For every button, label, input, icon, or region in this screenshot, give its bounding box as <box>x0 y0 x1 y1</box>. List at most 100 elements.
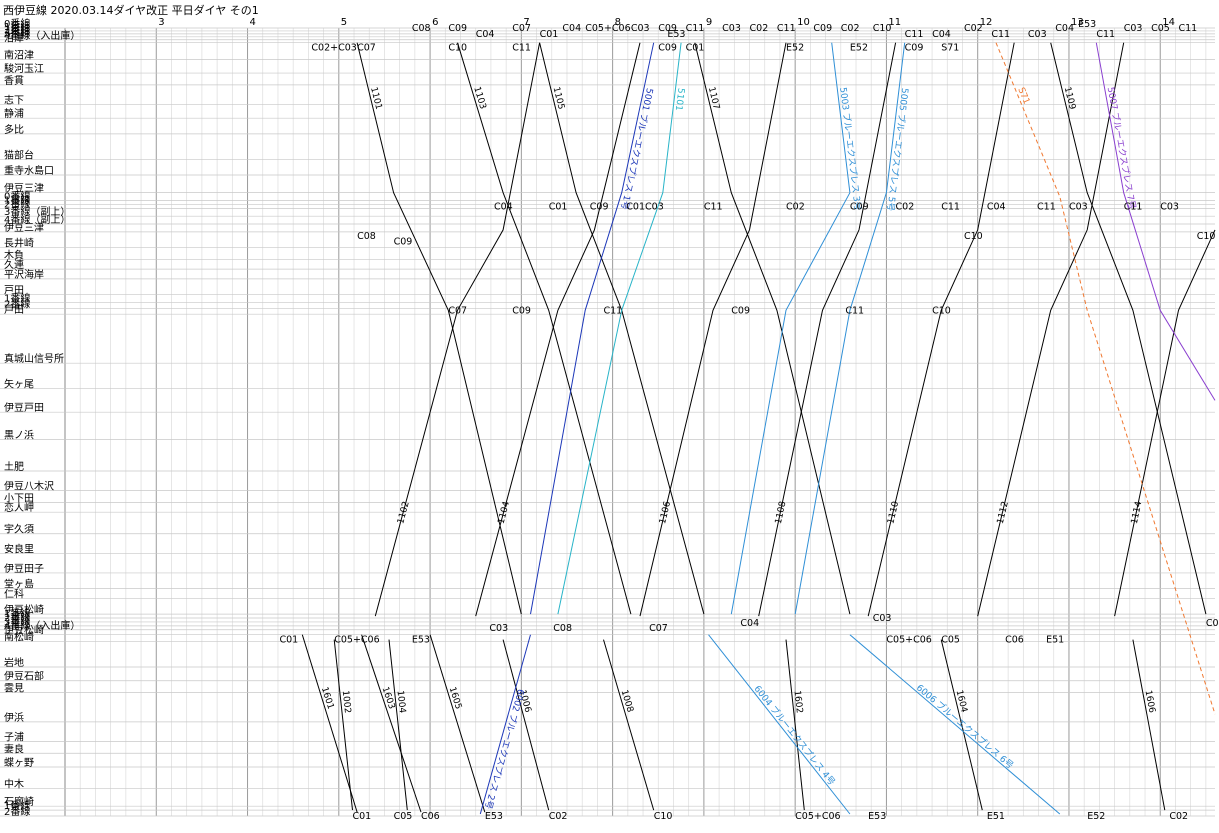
station-label: 真城山信号所 <box>4 352 64 365</box>
train-line <box>977 42 1125 617</box>
station-label: 妻良 <box>4 742 24 755</box>
car-label: C11 <box>845 305 864 316</box>
car-label: C09 <box>590 201 609 212</box>
car-label: E52 <box>1087 811 1105 822</box>
car-label: C03 <box>1160 201 1179 212</box>
station-label: 沼津 <box>4 32 24 45</box>
station-label: 2番線 <box>4 805 30 818</box>
train-line <box>758 42 897 617</box>
train-number-label: 1103 <box>471 86 487 111</box>
car-label: E53 <box>485 811 503 822</box>
train-line <box>694 42 851 615</box>
car-label: C01C03 <box>626 201 663 212</box>
station-label: 岩地 <box>4 656 24 669</box>
car-label: C03 <box>1069 201 1088 212</box>
train-line <box>475 42 641 617</box>
car-label: C03 <box>873 613 892 624</box>
train-number-label: 6002 ブルーエクスプレス 2号 <box>482 688 527 811</box>
car-label: C04 <box>1055 23 1074 34</box>
car-label: C02 <box>964 23 983 34</box>
car-label: C11 <box>1178 23 1197 34</box>
car-label: C07 <box>512 23 531 34</box>
car-label: C11 <box>941 201 960 212</box>
station-label: 伊豆八木沢 <box>4 480 54 493</box>
grid-lines <box>0 27 1215 817</box>
car-label: C09 <box>512 305 531 316</box>
station-label: 仁科 <box>4 587 24 600</box>
car-label: C06 <box>1005 635 1024 646</box>
car-label: C04 <box>932 29 951 40</box>
train-line <box>539 42 705 615</box>
car-label: C10 <box>654 811 673 822</box>
train-lines: 1002 10041601 1603 1605 1006 1008 1602 1604 1606… <box>301 42 1216 815</box>
train-number-label: 1603 <box>380 686 397 711</box>
car-label: E52 <box>850 43 868 54</box>
car-label: C10 <box>873 23 892 34</box>
car-label: C05+C06 <box>795 811 840 822</box>
car-label: C04 <box>1206 618 1219 629</box>
car-label: C02 <box>896 201 915 212</box>
station-label: 戸田 <box>4 304 24 316</box>
station-label: 南松崎 <box>4 631 34 644</box>
car-label: C09 <box>448 23 467 34</box>
car-label: C03 <box>631 23 650 34</box>
car-label: E51 <box>987 811 1005 822</box>
car-label: C11 <box>1124 201 1143 212</box>
train-line <box>356 42 522 615</box>
station-label: 宇久須 <box>4 523 34 536</box>
car-label: C02 <box>841 23 860 34</box>
car-label: C08 <box>412 23 431 34</box>
car-label: C09 <box>731 305 750 316</box>
station-label: 子浦 <box>4 731 24 744</box>
car-label: C06 <box>421 811 440 822</box>
car-label: C03 <box>1028 29 1047 40</box>
station-label: 重寺水島口 <box>4 164 54 177</box>
car-label: C04 <box>740 618 759 629</box>
train-number-label: 1106 <box>658 500 673 525</box>
car-label: C09 <box>394 237 413 248</box>
station-label: 黒ノ浜 <box>4 430 34 442</box>
train-line <box>1050 42 1207 615</box>
train-line <box>429 634 486 813</box>
car-label: C02 <box>786 201 805 212</box>
train-number-label: 1102 <box>396 500 412 525</box>
car-label: C05+C06 <box>886 635 931 646</box>
car-label: C09 <box>813 23 832 34</box>
car-label: C09 <box>658 43 677 54</box>
station-label: 伊浜 <box>4 712 24 724</box>
car-label: C04 <box>494 201 513 212</box>
car-label: C01 <box>353 811 372 822</box>
car-label: C11 <box>1096 29 1115 40</box>
car-label: C02+C03 <box>311 43 356 54</box>
train-number-label: 5005 ブルーエクスプレス 5号 <box>884 87 911 212</box>
train-diagram-chart: 0番線1番線2番線3番線4番線（入出庫）沼津南沼津駿河玉江香貫志下静浦多比猫部台… <box>0 17 1219 822</box>
car-label: C10 <box>1197 231 1216 242</box>
station-label: 多比 <box>4 123 24 136</box>
car-label: C01 <box>686 43 705 54</box>
car-label: C05+C06 <box>585 23 630 34</box>
car-label: C11 <box>777 23 796 34</box>
station-label: 伊豆三津 <box>4 222 44 234</box>
station-label: 猫部台 <box>4 148 34 161</box>
car-label: C08 <box>553 623 572 634</box>
car-label: C10 <box>932 305 951 316</box>
car-label: C04 <box>562 23 581 34</box>
car-label: C11 <box>1037 201 1056 212</box>
car-label: C11 <box>686 23 705 34</box>
hour-tick-label: 6 <box>432 17 438 28</box>
train-line <box>333 639 353 811</box>
car-label: E53 <box>868 811 886 822</box>
car-label: C11 <box>991 29 1010 40</box>
station-label: 中木 <box>4 778 24 791</box>
car-label: C02 <box>549 811 568 822</box>
station-label: 志下 <box>4 93 24 106</box>
car-label: C01 <box>279 635 298 646</box>
train-line <box>995 42 1216 715</box>
car-label: C05+C06 <box>334 635 379 646</box>
car-label: C11 <box>512 43 531 54</box>
station-label: 恋人岬 <box>4 501 34 514</box>
car-label: E53 <box>412 635 430 646</box>
car-label: C03 <box>489 623 508 634</box>
station-label: 香貫 <box>4 75 24 87</box>
hour-tick-label: 10 <box>797 17 810 28</box>
